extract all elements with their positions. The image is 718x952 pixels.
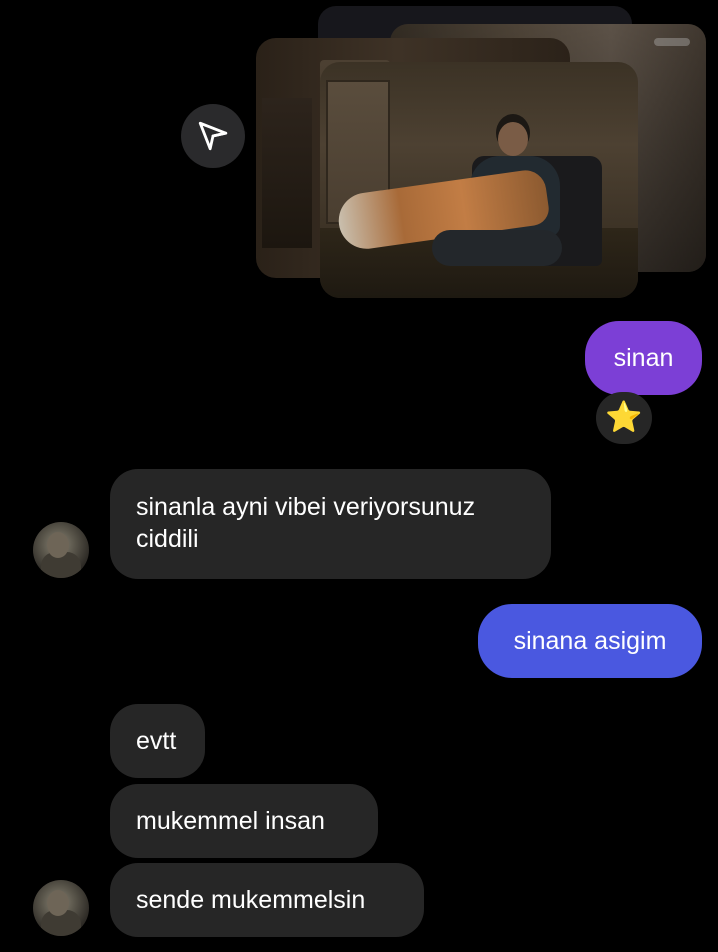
- media-person-legs: [432, 230, 562, 266]
- outgoing-message[interactable]: sinan: [585, 321, 702, 395]
- incoming-message[interactable]: evtt: [110, 704, 205, 778]
- avatar[interactable]: [33, 880, 89, 936]
- message-text: sinana asigim: [513, 627, 667, 655]
- avatar[interactable]: [33, 522, 89, 578]
- media-person-head: [498, 122, 528, 156]
- star-icon: ⭐: [605, 401, 643, 434]
- message-text: mukemmel insan: [136, 807, 325, 835]
- avatar-figure-head: [47, 532, 69, 558]
- message-reaction[interactable]: ⭐: [596, 392, 652, 444]
- chat-screen: { "colors": { "background": "#000000", "…: [0, 0, 718, 952]
- incoming-message[interactable]: sinanla ayni vibei veriyorsunuz ciddili: [110, 469, 551, 579]
- outgoing-message[interactable]: sinana asigim: [478, 604, 702, 678]
- send-icon-button[interactable]: [181, 104, 245, 168]
- message-text-line: ciddili: [136, 525, 199, 553]
- message-text: sinan: [613, 344, 674, 372]
- message-text-line: sinanla ayni vibei veriyorsunuz: [136, 493, 476, 521]
- message-text: sende mukemmelsin: [136, 886, 366, 914]
- avatar-figure-head: [47, 890, 69, 916]
- send-icon: [198, 121, 228, 151]
- incoming-message[interactable]: sende mukemmelsin: [110, 863, 424, 937]
- message-text: evtt: [136, 727, 177, 755]
- media-status-bar: [654, 38, 690, 46]
- media-card-front[interactable]: [320, 62, 638, 298]
- media-shelf: [262, 98, 312, 248]
- incoming-message[interactable]: mukemmel insan: [110, 784, 378, 858]
